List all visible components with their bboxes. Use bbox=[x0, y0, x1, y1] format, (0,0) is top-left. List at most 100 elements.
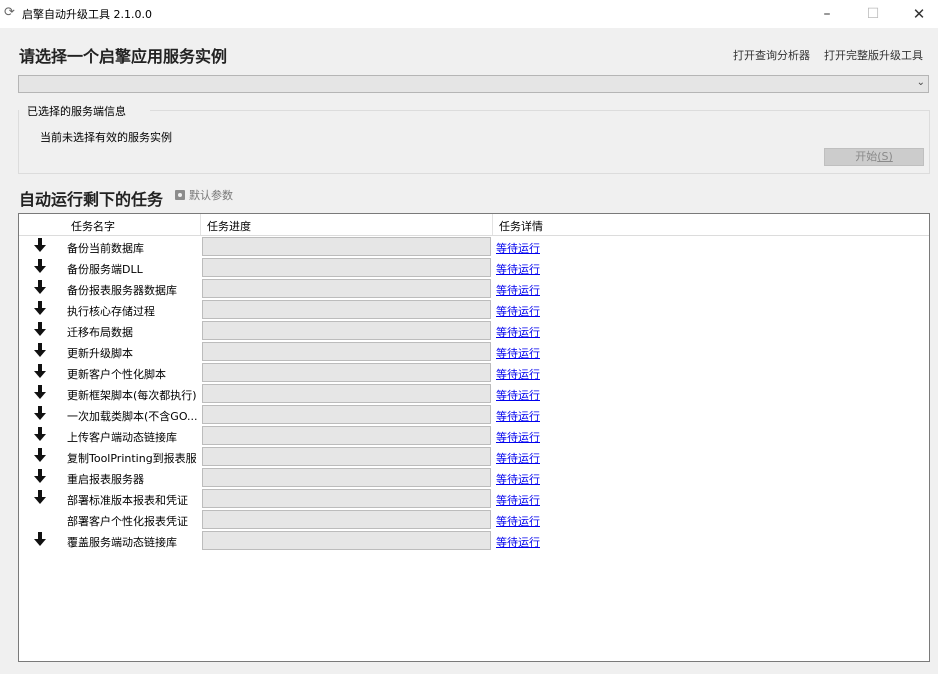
window-bottom-edge bbox=[0, 670, 938, 674]
table-row[interactable]: 复制ToolPrinting到报表服... 等待运行 bbox=[19, 446, 929, 467]
task-detail-link[interactable]: 等待运行 bbox=[496, 324, 540, 340]
task-progress-bar bbox=[202, 258, 491, 277]
table-row[interactable]: 更新客户个性化脚本 等待运行 bbox=[19, 362, 929, 383]
task-progress-bar bbox=[202, 468, 491, 487]
default-params-label: 默认参数 bbox=[189, 189, 233, 202]
table-row[interactable]: 备份当前数据库 等待运行 bbox=[19, 236, 929, 257]
task-name: 部署标准版本报表和凭证 bbox=[67, 494, 188, 507]
gear-icon bbox=[175, 190, 185, 200]
task-name: 更新客户个性化脚本 bbox=[67, 368, 166, 381]
task-detail-link[interactable]: 等待运行 bbox=[496, 240, 540, 256]
refresh-icon: ⟳ bbox=[4, 5, 15, 20]
instance-select[interactable]: ⌄ bbox=[18, 75, 929, 93]
task-progress-bar bbox=[202, 300, 491, 319]
column-divider bbox=[200, 214, 201, 235]
table-row[interactable]: 重启报表服务器 等待运行 bbox=[19, 467, 929, 488]
task-name: 复制ToolPrinting到报表服... bbox=[67, 452, 197, 465]
table-row[interactable]: 迁移布局数据 等待运行 bbox=[19, 320, 929, 341]
arrow-down-icon bbox=[33, 300, 49, 318]
table-row[interactable]: 部署标准版本报表和凭证 等待运行 bbox=[19, 488, 929, 509]
arrow-down-icon bbox=[33, 363, 49, 381]
task-name: 更新框架脚本(每次都执行) bbox=[67, 389, 197, 402]
task-name: 一次加载类脚本(不含GO... bbox=[67, 410, 197, 423]
table-row[interactable]: 部署客户个性化报表凭证 等待运行 bbox=[19, 509, 929, 530]
start-button-label: 开始 bbox=[855, 150, 878, 163]
task-name: 上传客户端动态链接库 bbox=[67, 431, 177, 444]
task-detail-link[interactable]: 等待运行 bbox=[496, 450, 540, 466]
task-progress-bar bbox=[202, 531, 491, 550]
table-row[interactable]: 一次加载类脚本(不含GO... 等待运行 bbox=[19, 404, 929, 425]
table-row[interactable]: 更新升级脚本 等待运行 bbox=[19, 341, 929, 362]
arrow-down-icon bbox=[33, 531, 49, 549]
column-divider bbox=[492, 214, 493, 235]
minimize-button[interactable]: – bbox=[804, 0, 850, 28]
group-top-border bbox=[150, 110, 930, 111]
arrow-down-icon bbox=[33, 489, 49, 507]
server-info-message: 当前未选择有效的服务实例 bbox=[40, 131, 172, 144]
page-title: 请选择一个启擎应用服务实例 bbox=[19, 47, 228, 66]
task-name: 部署客户个性化报表凭证 bbox=[67, 515, 188, 528]
arrow-down-icon bbox=[33, 342, 49, 360]
task-detail-link[interactable]: 等待运行 bbox=[496, 366, 540, 382]
task-progress-bar bbox=[202, 510, 491, 529]
column-header-name[interactable]: 任务名字 bbox=[71, 218, 115, 234]
arrow-down-icon bbox=[33, 321, 49, 339]
task-detail-link[interactable]: 等待运行 bbox=[496, 261, 540, 277]
arrow-down-icon bbox=[33, 426, 49, 444]
task-progress-bar bbox=[202, 447, 491, 466]
task-grid[interactable]: 任务名字 任务进度 任务详情 备份当前数据库 等待运行 备份服务端DLL 等待运行 备份… bbox=[18, 213, 930, 662]
task-progress-bar bbox=[202, 279, 491, 298]
column-header-progress[interactable]: 任务进度 bbox=[207, 218, 251, 234]
table-row[interactable]: 执行核心存储过程 等待运行 bbox=[19, 299, 929, 320]
task-name: 重启报表服务器 bbox=[67, 473, 144, 486]
close-button[interactable]: ✕ bbox=[896, 0, 938, 28]
task-progress-bar bbox=[202, 489, 491, 508]
column-header-detail[interactable]: 任务详情 bbox=[499, 218, 543, 234]
table-row[interactable]: 备份服务端DLL 等待运行 bbox=[19, 257, 929, 278]
table-row[interactable]: 上传客户端动态链接库 等待运行 bbox=[19, 425, 929, 446]
task-grid-header: 任务名字 任务进度 任务详情 bbox=[19, 214, 929, 236]
start-button-hotkey: (S) bbox=[877, 150, 893, 163]
table-row[interactable]: 备份报表服务器数据库 等待运行 bbox=[19, 278, 929, 299]
arrow-down-icon bbox=[33, 405, 49, 423]
task-detail-link[interactable]: 等待运行 bbox=[496, 303, 540, 319]
server-info-group-title: 已选择的服务端信息 bbox=[25, 103, 128, 119]
task-name: 迁移布局数据 bbox=[67, 326, 133, 339]
task-detail-link[interactable]: 等待运行 bbox=[496, 408, 540, 424]
start-button[interactable]: 开始(S) bbox=[824, 148, 924, 166]
task-name: 覆盖服务端动态链接库 bbox=[67, 536, 177, 549]
open-query-analyzer-link[interactable]: 打开查询分析器 bbox=[733, 47, 810, 63]
task-detail-link[interactable]: 等待运行 bbox=[496, 534, 540, 550]
chevron-down-icon[interactable]: ⌄ bbox=[917, 77, 925, 88]
table-row[interactable]: 覆盖服务端动态链接库 等待运行 bbox=[19, 530, 929, 551]
task-detail-link[interactable]: 等待运行 bbox=[496, 492, 540, 508]
task-progress-bar bbox=[202, 384, 491, 403]
task-detail-link[interactable]: 等待运行 bbox=[496, 345, 540, 361]
task-detail-link[interactable]: 等待运行 bbox=[496, 471, 540, 487]
open-full-upgrade-tool-link[interactable]: 打开完整版升级工具 bbox=[824, 47, 923, 63]
maximize-button[interactable]: ☐ bbox=[850, 0, 896, 28]
table-row[interactable]: 更新框架脚本(每次都执行) 等待运行 bbox=[19, 383, 929, 404]
task-detail-link[interactable]: 等待运行 bbox=[496, 513, 540, 529]
task-progress-bar bbox=[202, 321, 491, 340]
task-name: 执行核心存储过程 bbox=[67, 305, 155, 318]
task-name: 备份报表服务器数据库 bbox=[67, 284, 177, 297]
arrow-down-icon bbox=[33, 237, 49, 255]
task-name: 备份当前数据库 bbox=[67, 242, 144, 255]
task-detail-link[interactable]: 等待运行 bbox=[496, 429, 540, 445]
task-detail-link[interactable]: 等待运行 bbox=[496, 282, 540, 298]
tasks-title: 自动运行剩下的任务 bbox=[19, 190, 164, 209]
task-detail-link[interactable]: 等待运行 bbox=[496, 387, 540, 403]
default-params-button[interactable]: 默认参数 bbox=[175, 187, 233, 203]
arrow-down-icon bbox=[33, 510, 49, 528]
task-name: 更新升级脚本 bbox=[67, 347, 133, 360]
arrow-down-icon bbox=[33, 279, 49, 297]
arrow-down-icon bbox=[33, 447, 49, 465]
arrow-down-icon bbox=[33, 258, 49, 276]
task-progress-bar bbox=[202, 405, 491, 424]
arrow-down-icon bbox=[33, 384, 49, 402]
task-progress-bar bbox=[202, 363, 491, 382]
task-progress-bar bbox=[202, 342, 491, 361]
task-progress-bar bbox=[202, 237, 491, 256]
arrow-down-icon bbox=[33, 468, 49, 486]
